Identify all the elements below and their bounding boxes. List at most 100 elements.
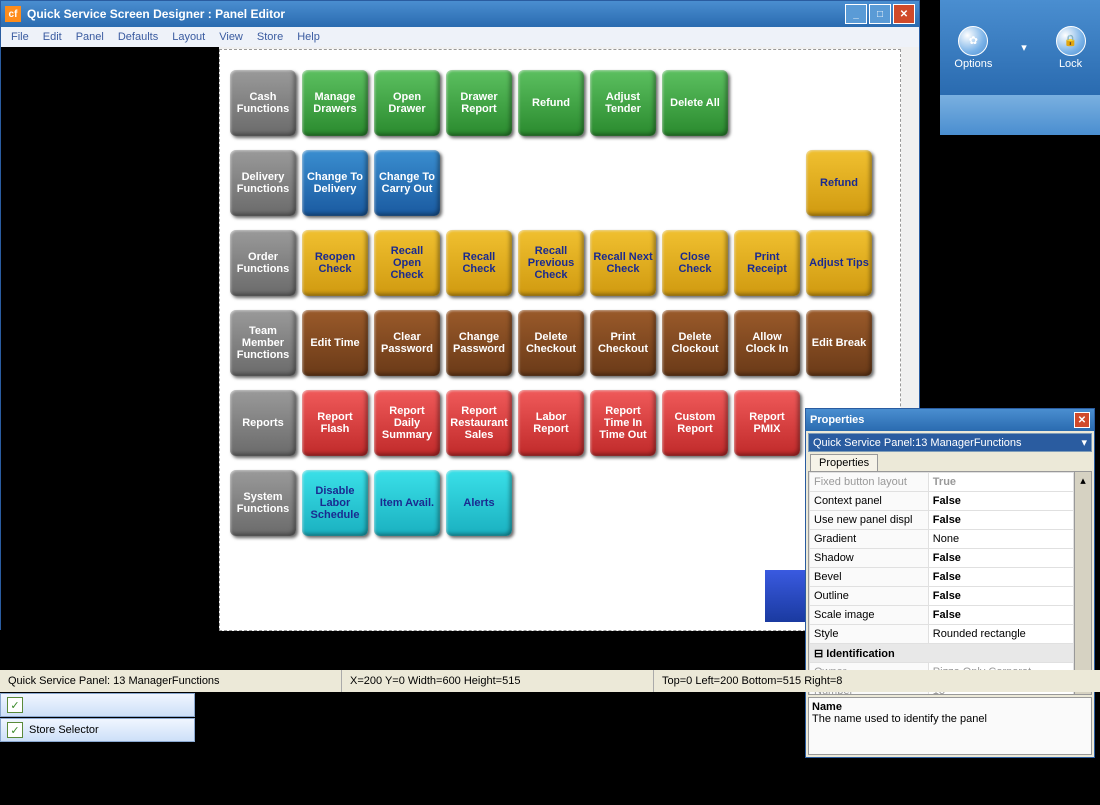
- menu-help[interactable]: Help: [297, 31, 320, 43]
- prop-value[interactable]: False: [928, 549, 1073, 568]
- menu-defaults[interactable]: Defaults: [118, 31, 158, 43]
- gear-icon: ✿: [958, 26, 988, 56]
- panel-button[interactable]: Report Flash: [302, 390, 368, 456]
- maximize-button[interactable]: □: [869, 4, 891, 24]
- menu-file[interactable]: File: [11, 31, 29, 43]
- sidebar-item-1[interactable]: ✓: [0, 693, 195, 717]
- panel-button[interactable]: Allow Clock In: [734, 310, 800, 376]
- panel-button[interactable]: Adjust Tips: [806, 230, 872, 296]
- lock-button[interactable]: 🔒 Lock: [1056, 26, 1086, 70]
- panel-button[interactable]: Change To Delivery: [302, 150, 368, 216]
- prop-value[interactable]: True: [928, 473, 1073, 492]
- panel-button[interactable]: Order Functions: [230, 230, 296, 296]
- scroll-up-icon[interactable]: ▴: [1074, 472, 1091, 695]
- check-icon: ✓: [7, 722, 23, 738]
- options-label: Options: [954, 58, 992, 70]
- chevron-down-icon[interactable]: ▾: [1081, 436, 1087, 449]
- desktop-toolbar: ✿ Options ▾ 🔒 Lock: [940, 0, 1100, 95]
- panel-button[interactable]: Change Password: [446, 310, 512, 376]
- lock-icon: 🔒: [1056, 26, 1086, 56]
- panel-button[interactable]: Manage Drawers: [302, 70, 368, 136]
- desktop-toolbar-strip: [940, 95, 1100, 135]
- prop-value[interactable]: Rounded rectangle: [928, 625, 1073, 644]
- panel-button[interactable]: Labor Report: [518, 390, 584, 456]
- canvas-margin-left: [1, 47, 219, 631]
- panel-button[interactable]: Change To Carry Out: [374, 150, 440, 216]
- panel-button[interactable]: Alerts: [446, 470, 512, 536]
- prop-key: Style: [810, 625, 929, 644]
- panel-button[interactable]: Clear Password: [374, 310, 440, 376]
- panel-button[interactable]: System Functions: [230, 470, 296, 536]
- prop-key: Context panel: [810, 492, 929, 511]
- prop-value[interactable]: False: [928, 587, 1073, 606]
- panel-button[interactable]: Close Check: [662, 230, 728, 296]
- properties-grid[interactable]: Fixed button layoutTrueContext panelFals…: [808, 471, 1092, 695]
- panel-button[interactable]: Delete Checkout: [518, 310, 584, 376]
- prop-key: Fixed button layout: [810, 473, 929, 492]
- panel-button[interactable]: Report PMIX: [734, 390, 800, 456]
- menu-edit[interactable]: Edit: [43, 31, 62, 43]
- status-panel-name: Quick Service Panel: 13 ManagerFunctions: [0, 670, 341, 692]
- properties-tabs: Properties: [806, 454, 1094, 471]
- prop-key: Shadow: [810, 549, 929, 568]
- panel-button[interactable]: Team Member Functions: [230, 310, 296, 376]
- prop-key: Scale image: [810, 606, 929, 625]
- panel-button[interactable]: Recall Check: [446, 230, 512, 296]
- close-button[interactable]: ✕: [893, 4, 915, 24]
- prop-value[interactable]: False: [928, 568, 1073, 587]
- panel-button[interactable]: Open Drawer: [374, 70, 440, 136]
- properties-close-button[interactable]: ✕: [1074, 412, 1090, 428]
- panel-button[interactable]: Recall Open Check: [374, 230, 440, 296]
- panel-button[interactable]: Delete Clockout: [662, 310, 728, 376]
- panel-button[interactable]: Recall Previous Check: [518, 230, 584, 296]
- bottom-sidebar: ✓ ✓ Store Selector: [0, 692, 195, 742]
- status-bar: Quick Service Panel: 13 ManagerFunctions…: [0, 670, 1100, 692]
- menu-store[interactable]: Store: [257, 31, 283, 43]
- panel-button[interactable]: Print Checkout: [590, 310, 656, 376]
- prop-value[interactable]: False: [928, 511, 1073, 530]
- options-button[interactable]: ✿ Options: [954, 26, 992, 70]
- panel-button[interactable]: Report Restaurant Sales: [446, 390, 512, 456]
- panel-button[interactable]: Reopen Check: [302, 230, 368, 296]
- prop-value[interactable]: None: [928, 530, 1073, 549]
- prop-key: Gradient: [810, 530, 929, 549]
- panel-button[interactable]: Refund: [518, 70, 584, 136]
- tab-properties[interactable]: Properties: [810, 454, 878, 471]
- panel-button[interactable]: Item Avail.: [374, 470, 440, 536]
- panel-button[interactable]: Delete All: [662, 70, 728, 136]
- panel-button[interactable]: Report Daily Summary: [374, 390, 440, 456]
- panel-button[interactable]: Cash Functions: [230, 70, 296, 136]
- panel-button[interactable]: Edit Time: [302, 310, 368, 376]
- sidebar-item-store-selector[interactable]: ✓ Store Selector: [0, 718, 195, 742]
- panel-button[interactable]: Edit Break: [806, 310, 872, 376]
- panel-canvas[interactable]: Cash FunctionsManage DrawersOpen DrawerD…: [219, 49, 901, 631]
- panel-button[interactable]: Report Time In Time Out: [590, 390, 656, 456]
- panel-button[interactable]: Print Receipt: [734, 230, 800, 296]
- prop-value[interactable]: False: [928, 606, 1073, 625]
- desc-title: Name: [812, 701, 1088, 713]
- panel-button[interactable]: Refund: [806, 150, 872, 216]
- menu-view[interactable]: View: [219, 31, 243, 43]
- menubar: File Edit Panel Defaults Layout View Store Help: [1, 27, 919, 47]
- panel-button[interactable]: Reports: [230, 390, 296, 456]
- prop-value[interactable]: False: [928, 492, 1073, 511]
- status-coords: X=200 Y=0 Width=600 Height=515: [341, 670, 653, 692]
- menu-layout[interactable]: Layout: [172, 31, 205, 43]
- titlebar[interactable]: cf Quick Service Screen Designer : Panel…: [1, 1, 919, 27]
- panel-button[interactable]: Delivery Functions: [230, 150, 296, 216]
- panel-button[interactable]: Drawer Report: [446, 70, 512, 136]
- panel-button[interactable]: Adjust Tender: [590, 70, 656, 136]
- panel-button[interactable]: Recall Next Check: [590, 230, 656, 296]
- status-bounds: Top=0 Left=200 Bottom=515 Right=8: [653, 670, 850, 692]
- properties-titlebar[interactable]: Properties ✕: [806, 409, 1094, 431]
- check-icon: ✓: [7, 697, 23, 713]
- app-icon: cf: [5, 6, 21, 22]
- menu-panel[interactable]: Panel: [76, 31, 104, 43]
- sidebar-item-2-label: Store Selector: [29, 724, 99, 736]
- panel-button[interactable]: Custom Report: [662, 390, 728, 456]
- properties-description: Name The name used to identify the panel: [808, 697, 1092, 755]
- panel-button[interactable]: Disable Labor Schedule: [302, 470, 368, 536]
- properties-selector[interactable]: Quick Service Panel:13 ManagerFunctions …: [806, 431, 1094, 454]
- options-dropdown-icon[interactable]: ▾: [1021, 41, 1027, 54]
- minimize-button[interactable]: _: [845, 4, 867, 24]
